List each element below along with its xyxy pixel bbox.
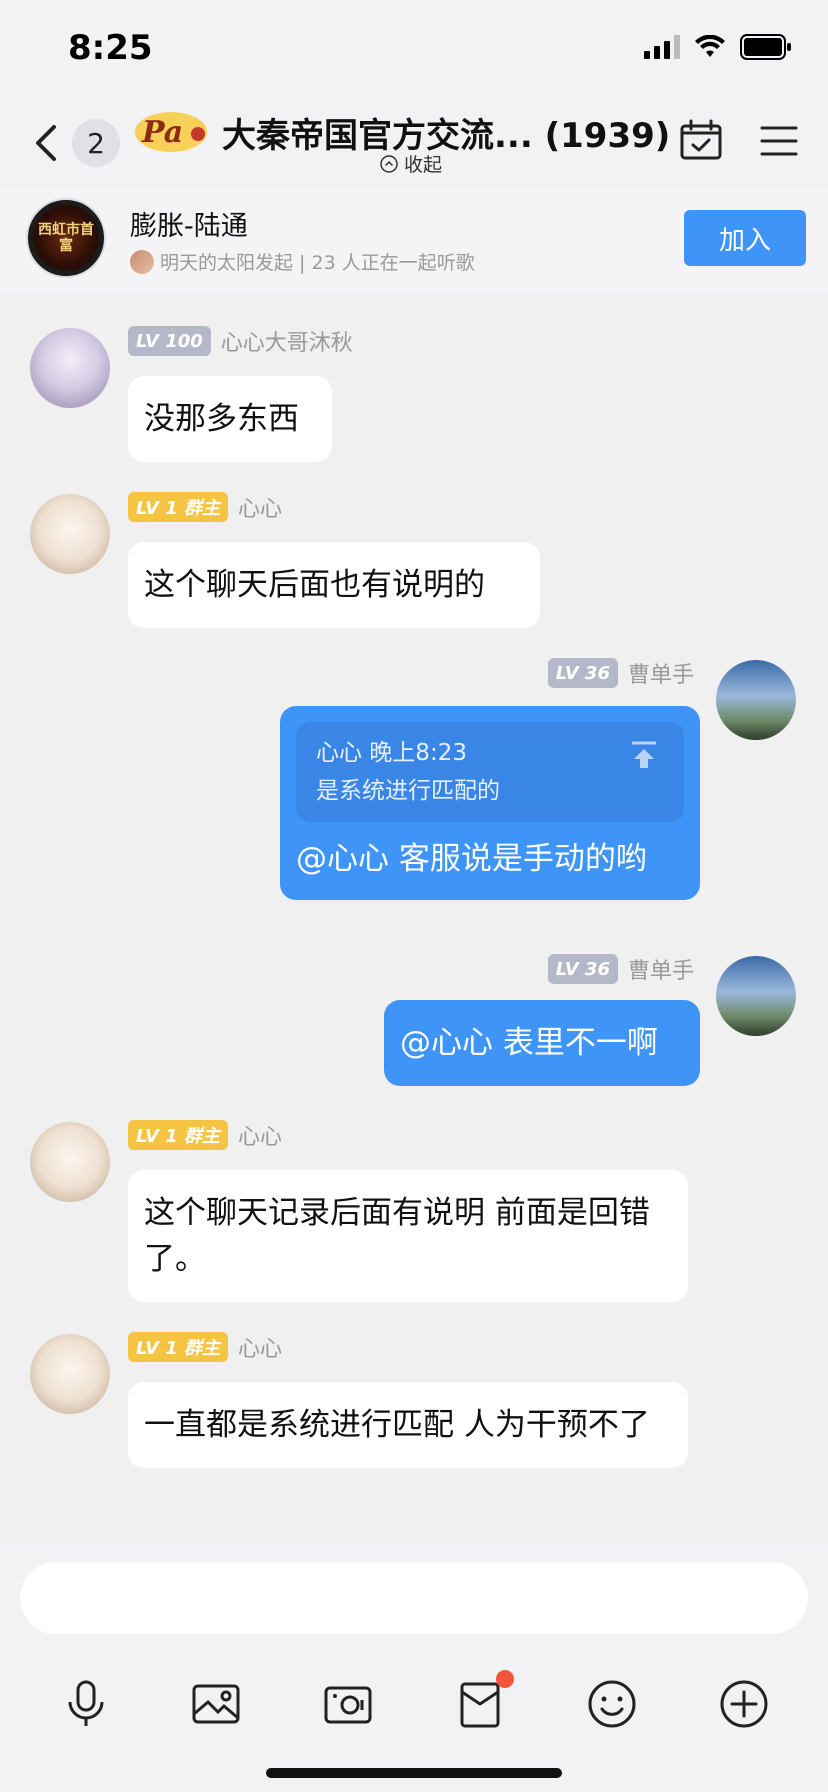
image-button[interactable] (188, 1676, 244, 1732)
plus-icon (720, 1680, 768, 1728)
join-button[interactable]: 加入 (684, 210, 806, 266)
chat-header: 2 Pa 大秦帝国官方交流... (1939) 收起 (0, 100, 828, 186)
level-badge: LV 1 群主 (128, 492, 228, 522)
chevron-up-circle-icon (380, 154, 398, 173)
home-indicator[interactable] (266, 1768, 562, 1778)
message-bubble[interactable]: 这个聊天记录后面有说明 前面是回错了。 (128, 1170, 688, 1302)
notification-dot (496, 1670, 514, 1688)
jump-to-top-icon[interactable] (630, 740, 658, 770)
listen-together-text: 明天的太阳发起 | 23 人正在一起听歌 (160, 252, 475, 274)
quote-text: 是系统进行匹配的 (316, 778, 500, 804)
level-badge: LV 36 (547, 954, 618, 984)
level-badge: LV 36 (547, 658, 618, 688)
listen-together-info: 明天的太阳发起 | 23 人正在一起听歌 (130, 248, 475, 275)
sender-meta: LV 100 心心大哥沐秋 (128, 326, 353, 356)
emoji-icon (588, 1680, 636, 1728)
message-text: @心心 客服说是手动的哟 (296, 841, 647, 877)
sender-name[interactable]: 曹单手 (628, 953, 694, 985)
calendar-checkin-button[interactable] (678, 118, 724, 164)
emoji-button[interactable] (584, 1676, 640, 1732)
sender-meta: LV 36 曹单手 (547, 657, 694, 689)
logo-text: Pa (141, 115, 183, 150)
avatar[interactable] (30, 1122, 110, 1202)
avatar[interactable] (716, 956, 796, 1036)
sender-name[interactable]: 心心 (238, 1119, 282, 1151)
level-badge: LV 1 群主 (128, 1332, 228, 1362)
sender-name[interactable]: 心心 (238, 491, 282, 523)
listen-together-bar[interactable]: 西虹市首富 膨胀-陆通 明天的太阳发起 | 23 人正在一起听歌 加入 (0, 186, 828, 294)
more-button[interactable] (716, 1676, 772, 1732)
input-toolbar (0, 1670, 828, 1736)
menu-button[interactable] (756, 118, 802, 164)
voice-button[interactable] (58, 1676, 114, 1732)
sender-name[interactable]: 心心大哥沐秋 (221, 325, 353, 357)
hamburger-menu-icon (760, 126, 798, 156)
sender-meta: LV 1 群主 心心 (128, 1332, 282, 1362)
camera-button[interactable] (320, 1676, 376, 1732)
album-cover: 西虹市首富 (28, 200, 104, 276)
collapse-toggle[interactable]: 收起 (380, 150, 442, 177)
sender-name[interactable]: 心心 (238, 1331, 282, 1363)
wifi-icon (695, 35, 725, 57)
avatar[interactable] (30, 328, 110, 408)
avatar[interactable] (30, 1334, 110, 1414)
message-input[interactable] (20, 1562, 808, 1634)
level-badge: LV 1 群主 (128, 1120, 228, 1150)
status-icons (644, 34, 792, 60)
camera-icon (324, 1686, 372, 1724)
image-icon (192, 1684, 240, 1724)
sender-name[interactable]: 曹单手 (628, 657, 694, 689)
calendar-check-icon (680, 119, 722, 160)
sender-meta: LV 1 群主 心心 (128, 1120, 282, 1150)
avatar[interactable] (30, 494, 110, 574)
avatar[interactable] (716, 660, 796, 740)
input-area (0, 1546, 828, 1792)
quoted-message[interactable]: 心心 晚上8:23 是系统进行匹配的 (296, 722, 684, 822)
status-time: 8:25 (68, 28, 153, 68)
status-bar: 8:25 (0, 0, 828, 100)
unread-count-badge: 2 (72, 119, 120, 167)
level-badge: LV 100 (128, 326, 211, 356)
message-bubble[interactable]: 这个聊天后面也有说明的 (128, 542, 540, 628)
group-title[interactable]: 大秦帝国官方交流... (1939) (222, 108, 670, 157)
chevron-left-icon (36, 125, 56, 161)
battery-icon (740, 34, 791, 60)
host-avatar (130, 249, 154, 274)
album-cover-text: 西虹市首富 (38, 222, 94, 254)
message-bubble[interactable]: 心心 晚上8:23 是系统进行匹配的 @心心 客服说是手动的哟 (280, 706, 700, 900)
cellular-signal-icon (644, 35, 680, 59)
song-title: 膨胀-陆通 (130, 211, 248, 242)
group-logo: Pa (135, 112, 207, 152)
sender-meta: LV 36 曹单手 (547, 953, 694, 985)
message-bubble[interactable]: @心心 表里不一啊 (384, 1000, 700, 1086)
message-bubble[interactable]: 一直都是系统进行匹配 人为干预不了 (128, 1382, 688, 1468)
sender-meta: LV 1 群主 心心 (128, 492, 282, 522)
message-bubble[interactable]: 没那多东西 (128, 376, 332, 462)
red-packet-button[interactable] (452, 1670, 514, 1732)
collapse-label: 收起 (404, 154, 443, 176)
microphone-icon (68, 1680, 104, 1726)
quote-header: 心心 晚上8:23 (316, 740, 467, 766)
